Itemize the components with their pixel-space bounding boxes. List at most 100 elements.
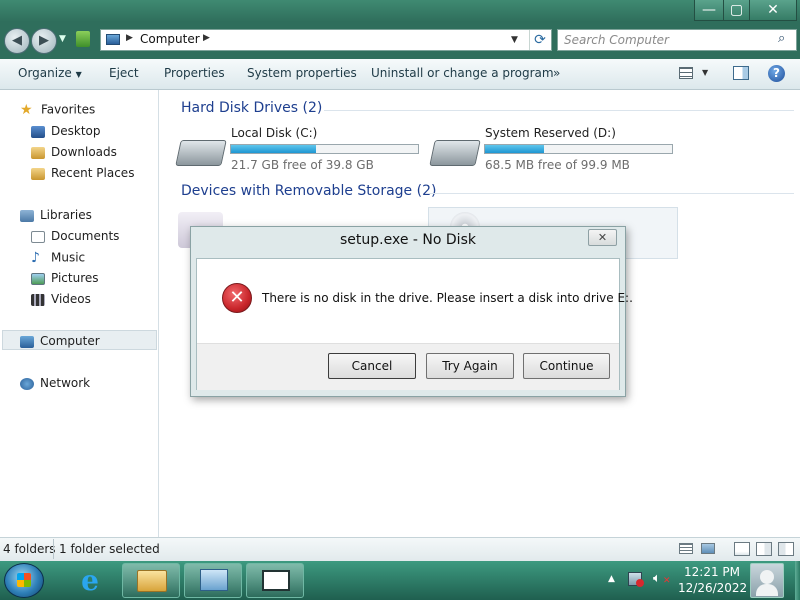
- continue-button[interactable]: Continue: [523, 353, 610, 379]
- volume-muted-icon[interactable]: 🔈︎: [653, 571, 661, 586]
- nav-network[interactable]: Network: [20, 376, 90, 390]
- search-input[interactable]: Search Computer: [557, 29, 797, 51]
- drive-c-name[interactable]: Local Disk (C:): [231, 126, 317, 140]
- status-view-c-icon[interactable]: [778, 542, 794, 556]
- system-properties-button[interactable]: System properties: [247, 66, 357, 80]
- organize-dropdown-icon: ▼: [75, 70, 82, 79]
- downloads-folder-icon: [31, 146, 45, 159]
- group-divider: [324, 110, 794, 111]
- nav-recent-places-label: Recent Places: [51, 166, 135, 180]
- videos-icon: [31, 293, 45, 306]
- eject-button[interactable]: Eject: [109, 66, 139, 80]
- taskbar-clock[interactable]: 12:21 PM 12/26/2022: [678, 564, 748, 596]
- nav-downloads[interactable]: Downloads: [31, 145, 117, 159]
- large-icons-view-icon[interactable]: [701, 543, 715, 554]
- window-title-bar: [0, 0, 800, 22]
- taskbar-setup-button[interactable]: [246, 563, 304, 598]
- breadcrumb-chevron-icon[interactable]: ▶: [203, 33, 210, 43]
- nav-computer[interactable]: Computer: [20, 334, 100, 348]
- show-desktop-button[interactable]: [795, 561, 800, 600]
- nav-videos-label: Videos: [51, 292, 91, 306]
- try-again-button[interactable]: Try Again: [426, 353, 514, 379]
- nav-computer-label: Computer: [40, 334, 100, 348]
- address-dropdown-icon[interactable]: ▼: [511, 35, 518, 45]
- removable-storage-heading[interactable]: Devices with Removable Storage (2): [181, 183, 436, 199]
- dialog-close-button[interactable]: ✕: [588, 229, 617, 246]
- uninstall-program-button[interactable]: Uninstall or change a program: [371, 66, 554, 80]
- clock-time: 12:21 PM: [684, 565, 740, 579]
- start-button[interactable]: [4, 563, 44, 598]
- nav-music[interactable]: ♪ Music: [31, 250, 85, 266]
- refresh-icon[interactable]: ⟳: [529, 30, 550, 50]
- maximize-button[interactable]: ▢: [723, 0, 750, 21]
- pictures-icon: [31, 272, 45, 285]
- hard-drive-d-icon[interactable]: [429, 140, 481, 166]
- details-view-icon[interactable]: [679, 543, 693, 554]
- show-hidden-icons-icon[interactable]: ▲: [608, 574, 615, 584]
- dialog-message: There is no disk in the drive. Please in…: [262, 291, 633, 305]
- user-avatar-icon: [760, 570, 774, 584]
- nav-documents[interactable]: Documents: [31, 229, 119, 243]
- forward-button[interactable]: ▶: [31, 28, 57, 54]
- organize-button[interactable]: Organize ▼: [18, 66, 82, 80]
- group-divider-2: [429, 193, 794, 194]
- organize-label: Organize: [18, 66, 72, 80]
- internet-explorer-icon[interactable]: e: [73, 566, 107, 596]
- nav-downloads-label: Downloads: [51, 145, 117, 159]
- taskbar-control-panel-button[interactable]: [184, 563, 242, 598]
- nav-documents-label: Documents: [51, 229, 120, 243]
- recent-pages-chevron-icon[interactable]: ▼: [59, 34, 66, 44]
- search-placeholder: Search Computer: [564, 33, 669, 47]
- nav-recent-places[interactable]: Recent Places: [31, 166, 134, 180]
- drive-d-usage-fill: [485, 145, 544, 153]
- status-folder-count: 4 folders: [3, 542, 56, 556]
- nav-music-label: Music: [51, 250, 86, 265]
- properties-button[interactable]: Properties: [164, 66, 225, 80]
- help-icon[interactable]: ?: [768, 65, 785, 82]
- nav-pictures-label: Pictures: [51, 271, 99, 285]
- cancel-button[interactable]: Cancel: [328, 353, 416, 379]
- breadcrumb-separator-icon[interactable]: ▶: [126, 33, 133, 43]
- network-icon: [20, 377, 34, 390]
- preview-pane-icon[interactable]: [733, 66, 749, 80]
- libraries-icon: [20, 209, 34, 222]
- drive-c-free-space: 21.7 GB free of 39.8 GB: [231, 158, 374, 172]
- action-center-alert-icon: [636, 579, 644, 587]
- folder-icon: [137, 570, 167, 592]
- computer-nav-icon: [20, 335, 34, 348]
- view-dropdown-icon[interactable]: ▼: [702, 68, 708, 77]
- more-commands-button[interactable]: »: [553, 66, 560, 80]
- error-icon: ✕: [222, 283, 252, 313]
- search-icon[interactable]: ⌕: [778, 31, 785, 46]
- nav-favorites-label: Favorites: [41, 102, 96, 117]
- clock-date: 12/26/2022: [678, 581, 748, 595]
- status-view-a-icon[interactable]: [734, 542, 750, 556]
- taskbar-explorer-button[interactable]: [122, 563, 180, 598]
- documents-icon: [31, 230, 45, 243]
- star-icon: ★: [20, 102, 33, 118]
- recent-places-icon: [31, 167, 45, 180]
- nav-favorites[interactable]: ★ Favorites: [20, 102, 95, 118]
- windows-logo-icon: [17, 573, 31, 587]
- nav-videos[interactable]: Videos: [31, 292, 91, 306]
- nav-pictures[interactable]: Pictures: [31, 271, 99, 285]
- up-folder-icon[interactable]: [76, 31, 90, 47]
- back-button[interactable]: ◀: [4, 28, 30, 54]
- breadcrumb-computer[interactable]: Computer: [140, 32, 200, 46]
- status-view-b-icon[interactable]: [756, 542, 772, 556]
- change-view-icon[interactable]: [679, 67, 693, 79]
- close-button[interactable]: ✕: [749, 0, 797, 21]
- hard-disk-heading[interactable]: Hard Disk Drives (2): [181, 100, 322, 116]
- nav-network-label: Network: [40, 376, 91, 390]
- minimize-button[interactable]: —: [694, 0, 724, 21]
- user-tile[interactable]: [750, 563, 784, 598]
- nav-desktop[interactable]: Desktop: [31, 124, 101, 138]
- drive-d-name[interactable]: System Reserved (D:): [485, 126, 616, 140]
- back-arrow-icon: ◀: [12, 33, 22, 48]
- status-divider: [53, 539, 54, 559]
- drive-c-usage-fill: [231, 145, 317, 153]
- nav-libraries[interactable]: Libraries: [20, 208, 92, 222]
- action-center-icon[interactable]: [628, 572, 644, 587]
- hard-drive-c-icon[interactable]: [175, 140, 227, 166]
- dialog-title: setup.exe - No Disk: [340, 232, 476, 248]
